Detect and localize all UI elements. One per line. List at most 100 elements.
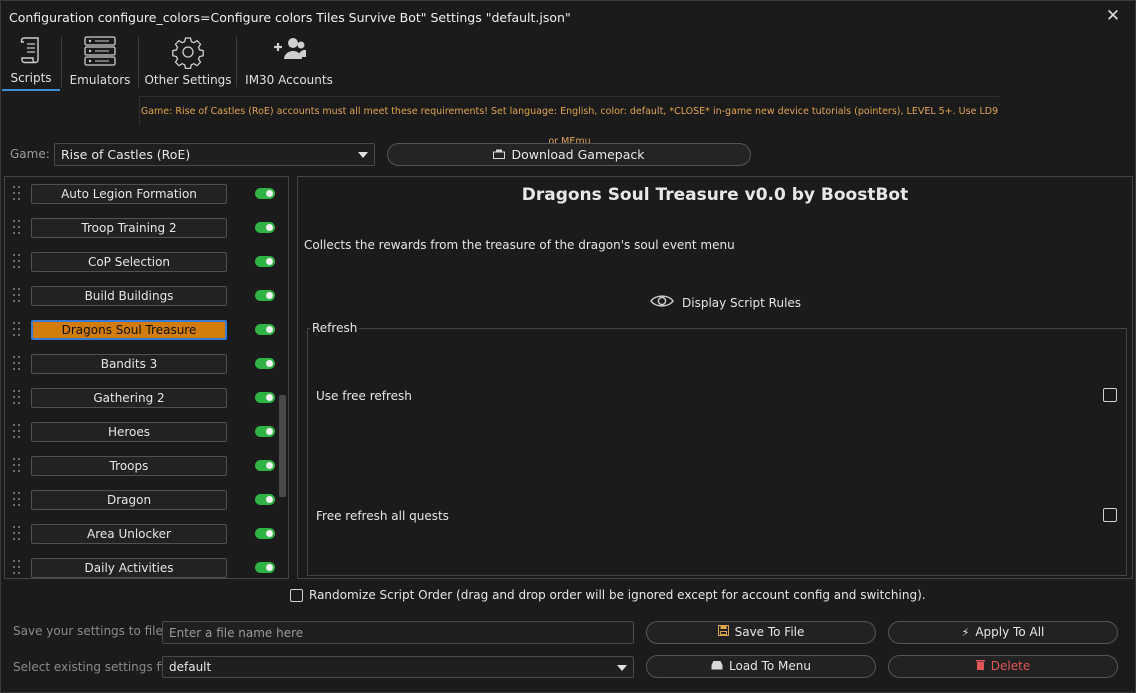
tab-label: IM30 Accounts [245, 73, 333, 87]
settings-file-select[interactable]: default [162, 656, 634, 678]
tab-divider [138, 37, 139, 87]
tab-label: Scripts [10, 71, 52, 85]
select-settings-label: Select existing settings file [13, 660, 175, 674]
gear-icon [171, 35, 205, 72]
download-gamepack-label: Download Gamepack [511, 147, 645, 162]
script-row: Build Buildings [5, 279, 277, 313]
game-select[interactable]: Rise of Castles (RoE) [54, 143, 375, 166]
script-button[interactable]: Area Unlocker [31, 524, 227, 544]
apply-to-all-button[interactable]: ⚡ Apply To All [888, 621, 1118, 644]
scrollbar-thumb[interactable] [279, 395, 286, 497]
script-list-scrollbar[interactable] [277, 177, 288, 578]
drag-handle-icon[interactable] [13, 286, 21, 306]
drag-handle-icon[interactable] [13, 252, 21, 272]
script-row: Dragon [5, 483, 277, 517]
script-row: Dragons Soul Treasure [5, 313, 277, 347]
script-enable-toggle[interactable] [255, 256, 275, 267]
script-enable-toggle[interactable] [255, 290, 275, 301]
script-row: CoP Selection [5, 245, 277, 279]
use-free-refresh-checkbox[interactable] [1103, 388, 1117, 402]
script-button[interactable]: Troop Training 2 [31, 218, 227, 238]
script-button[interactable]: Bandits 3 [31, 354, 227, 374]
window-title: Configuration configure_colors=Configure… [9, 9, 571, 25]
game-select-value: Rise of Castles (RoE) [61, 147, 191, 162]
tab-im30-accounts[interactable]: IM30 Accounts [241, 33, 337, 91]
script-enable-toggle[interactable] [255, 188, 275, 199]
drag-handle-icon[interactable] [13, 490, 21, 510]
drag-handle-icon[interactable] [13, 354, 21, 374]
lightning-icon: ⚡ [961, 626, 970, 639]
filename-input[interactable] [162, 621, 634, 644]
use-free-refresh-label: Use free refresh [316, 389, 412, 403]
trash-icon [975, 656, 985, 677]
tab-label: Emulators [69, 73, 131, 87]
drag-handle-icon[interactable] [13, 422, 21, 442]
load-to-menu-label: Load To Menu [729, 659, 811, 673]
save-settings-label: Save your settings to file [13, 624, 163, 638]
script-button[interactable]: Build Buildings [31, 286, 227, 306]
game-requirements-notice: Game: Rise of Castles (RoE) accounts mus… [139, 96, 999, 147]
script-row: Auto Legion Formation [5, 177, 277, 211]
load-to-menu-button[interactable]: Load To Menu [646, 655, 876, 678]
script-enable-toggle[interactable] [255, 528, 275, 539]
randomize-label: Randomize Script Order (drag and drop or… [309, 588, 926, 602]
apply-to-all-label: Apply To All [975, 625, 1045, 639]
scroll-icon [18, 35, 44, 68]
delete-label: Delete [990, 659, 1031, 673]
script-enable-toggle[interactable] [255, 494, 275, 505]
display-script-rules-button[interactable]: Display Script Rules [650, 293, 801, 312]
script-row: Bandits 3 [5, 347, 277, 381]
tab-bar: Scripts Emulators Other Settings IM30 Ac… [1, 33, 1135, 91]
script-enable-toggle[interactable] [255, 392, 275, 403]
script-enable-toggle[interactable] [255, 222, 275, 233]
script-description: Collects the rewards from the treasure o… [304, 238, 735, 252]
refresh-group: Refresh Use free refresh Free refresh al… [307, 321, 1127, 576]
tab-divider [236, 37, 237, 87]
script-row: Area Unlocker [5, 517, 277, 551]
script-enable-toggle[interactable] [255, 324, 275, 335]
randomize-script-order[interactable]: Randomize Script Order (drag and drop or… [290, 588, 926, 602]
script-enable-toggle[interactable] [255, 562, 275, 573]
script-button[interactable]: Dragon [31, 490, 227, 510]
script-enable-toggle[interactable] [255, 358, 275, 369]
script-enable-toggle[interactable] [255, 460, 275, 471]
script-row: Troops [5, 449, 277, 483]
delete-button[interactable]: Delete [888, 655, 1118, 678]
refresh-group-label: Refresh [310, 321, 360, 335]
free-refresh-all-quests-checkbox[interactable] [1103, 508, 1117, 522]
game-label: Game: [10, 147, 50, 161]
script-button[interactable]: Auto Legion Formation [31, 184, 227, 204]
script-list: Auto Legion Formation Troop Training 2 CoP… [4, 176, 289, 579]
drag-handle-icon[interactable] [13, 524, 21, 544]
download-gamepack-button[interactable]: Download Gamepack [387, 143, 751, 166]
script-button[interactable]: Troops [31, 456, 227, 476]
script-row: Troop Training 2 [5, 211, 277, 245]
drag-handle-icon[interactable] [13, 388, 21, 408]
close-icon[interactable]: ✕ [1105, 7, 1121, 25]
drag-handle-icon[interactable] [13, 184, 21, 204]
add-users-icon [272, 35, 306, 66]
script-button[interactable]: Gathering 2 [31, 388, 227, 408]
script-row: Daily Activities [5, 551, 277, 578]
settings-file-value: default [169, 660, 212, 674]
drag-handle-icon[interactable] [13, 320, 21, 340]
chevron-down-icon [617, 665, 627, 671]
chevron-down-icon [358, 152, 368, 158]
floppy-disk-icon [717, 622, 729, 643]
script-button[interactable]: Dragons Soul Treasure [31, 320, 227, 340]
randomize-checkbox[interactable] [290, 588, 303, 602]
drag-handle-icon[interactable] [13, 558, 21, 578]
script-button[interactable]: Daily Activities [31, 558, 227, 578]
drag-handle-icon[interactable] [13, 456, 21, 476]
tab-scripts[interactable]: Scripts [2, 33, 60, 91]
title-bar: Configuration configure_colors=Configure… [1, 1, 1135, 33]
save-to-file-button[interactable]: Save To File [646, 621, 876, 644]
save-to-file-label: Save To File [734, 625, 805, 639]
tab-other-settings[interactable]: Other Settings [143, 33, 233, 91]
download-icon [493, 145, 506, 166]
tab-emulators[interactable]: Emulators [65, 33, 135, 91]
script-button[interactable]: Heroes [31, 422, 227, 442]
script-enable-toggle[interactable] [255, 426, 275, 437]
script-button[interactable]: CoP Selection [31, 252, 227, 272]
drag-handle-icon[interactable] [13, 218, 21, 238]
